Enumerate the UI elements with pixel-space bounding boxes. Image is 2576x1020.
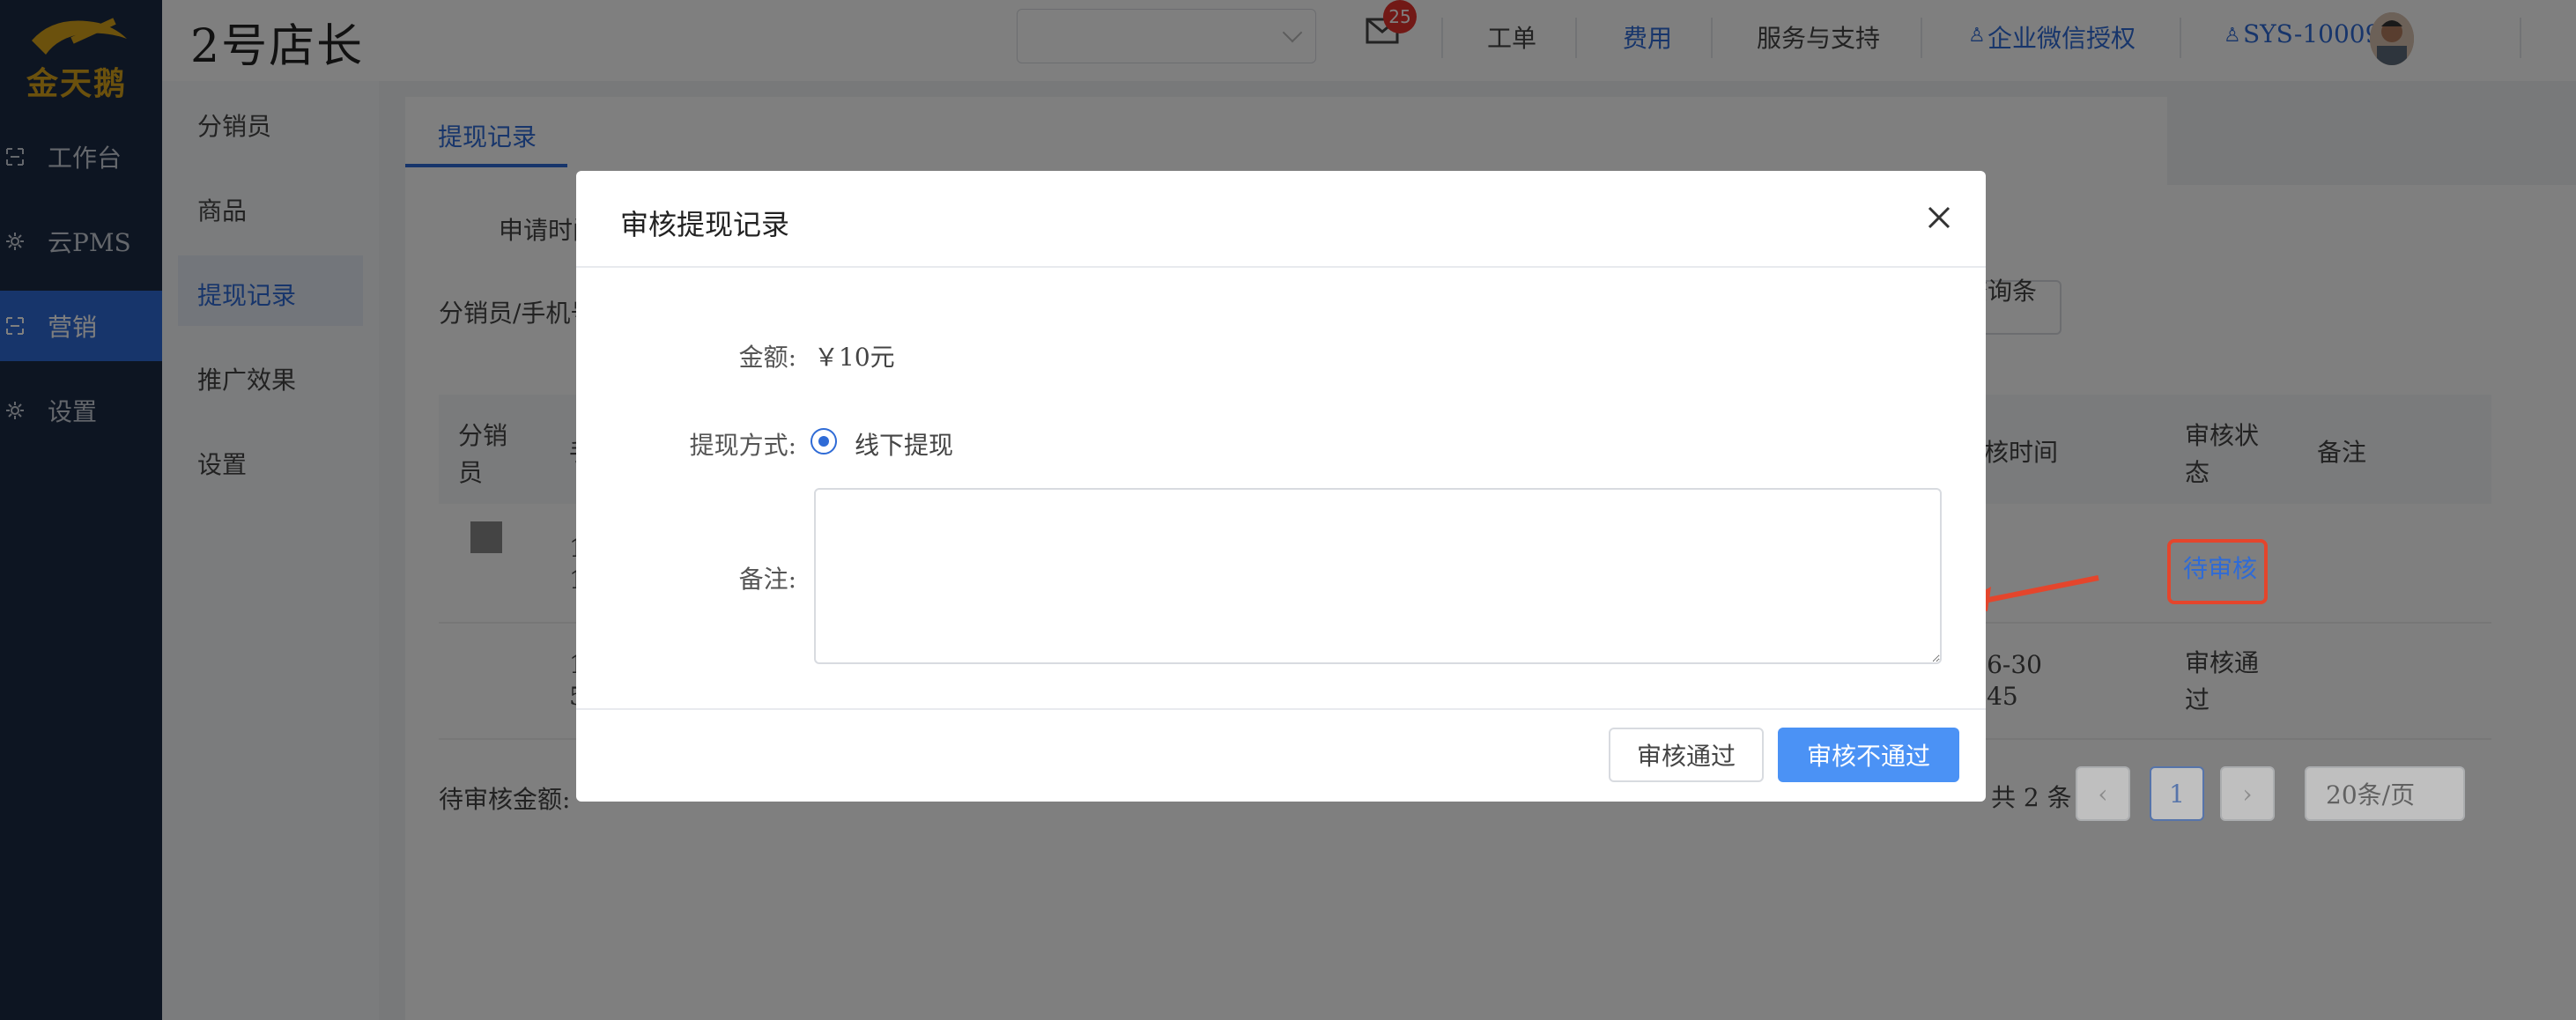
amount-label: 金额: — [738, 343, 796, 372]
modal-footer-divider — [576, 708, 1986, 710]
reject-button[interactable]: 审核不通过 — [1778, 728, 1959, 782]
remark-textarea[interactable] — [814, 488, 1942, 664]
amount-value: ￥10元 — [814, 343, 895, 372]
page-size-select[interactable]: 20条/页 — [2305, 766, 2465, 821]
pager-prev-button[interactable]: ‹ — [2076, 766, 2130, 821]
method-label: 提现方式: — [689, 431, 796, 460]
pager-next-button[interactable]: › — [2220, 766, 2275, 821]
pager-page-button[interactable]: 1 — [2150, 766, 2204, 821]
method-radio[interactable] — [811, 428, 837, 455]
remark-label: 备注: — [738, 565, 796, 594]
review-withdrawal-modal: 审核提现记录 金额: ￥10元 提现方式: 线下提现 备注: 审核通过 审核不通… — [576, 171, 1986, 802]
method-value[interactable]: 线下提现 — [855, 426, 953, 462]
status-pending-link[interactable]: 待审核 — [2183, 550, 2257, 585]
modal-title: 审核提现记录 — [620, 208, 790, 241]
approve-button[interactable]: 审核通过 — [1609, 728, 1764, 782]
modal-header-divider — [576, 266, 1986, 268]
page-size-label: 20条/页 — [2326, 780, 2416, 809]
close-icon[interactable] — [1924, 203, 1954, 233]
